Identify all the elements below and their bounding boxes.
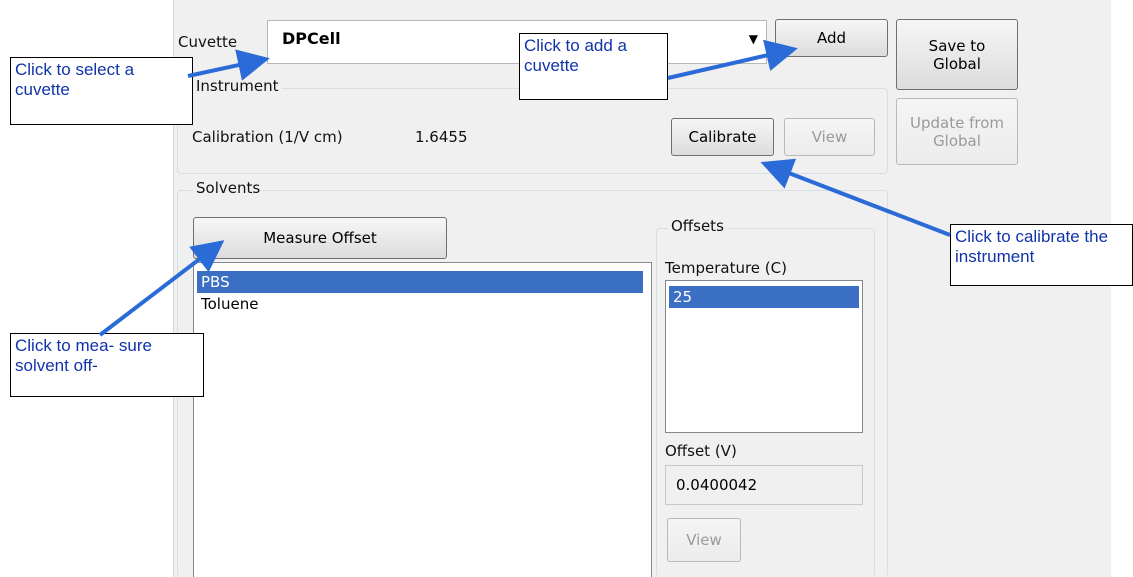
annotation-arrows bbox=[98, 39, 951, 337]
arrow-add-cuvette bbox=[667, 39, 798, 80]
arrow-measure-offset bbox=[98, 240, 225, 337]
arrow-select-cuvette bbox=[187, 49, 270, 81]
arrow-calibrate bbox=[760, 158, 951, 237]
